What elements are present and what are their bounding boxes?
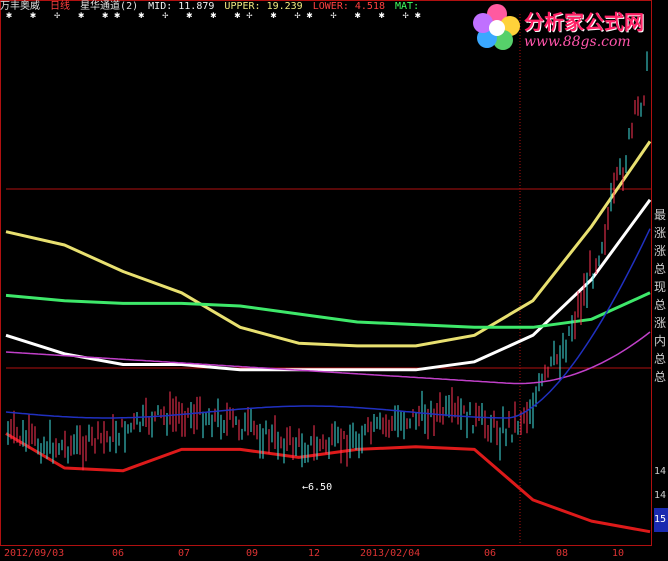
signal-markers: ✱ ✱ ✢ ✱ ✱✱ ✱ ✢ ✱ ✱ ✱✢ ✱ ✢✱ ✢ ✱ ✱ ✢✱ [6,10,427,21]
panel-char: 涨 [653,244,666,258]
chart-window: 万丰奥威 日线 星华通道(2) MID: 11.879 UPPER: 19.23… [0,0,668,561]
x-tick-label: 12 [308,548,321,559]
x-tick-label: 09 [246,548,259,559]
panel-char: 内 [653,334,666,348]
x-tick-label: 2013/02/04 [360,548,421,559]
price-tags: 14 14 15 [654,460,668,532]
panel-char: 总 [653,352,666,366]
x-tick-label: 06 [112,548,125,559]
x-tick-label: 10 [612,548,625,559]
panel-char: 现 [653,280,666,294]
kline-chart [0,0,652,546]
price-tag: 14 [654,466,667,477]
right-info-panel: 最 涨 涨 总 现 总 涨 内 总 总 [652,206,668,386]
x-tick-label: 08 [556,548,569,559]
x-tick-label: 06 [484,548,497,559]
panel-char: 总 [653,370,666,384]
panel-char: 涨 [653,316,666,330]
current-price-tag: 15 [654,508,668,532]
series-mat [5,291,651,329]
panel-char: 总 [653,298,666,312]
x-tick-label: 2012/09/03 [4,548,65,559]
logo-title: 分析家公式网 [524,10,644,34]
x-tick-label: 07 [178,548,191,559]
panel-char: 总 [653,262,666,276]
ma-magenta [5,331,651,385]
low-price-annotation: ←6.50 [302,482,333,493]
panel-char: 最 [653,208,666,222]
site-logo: 分析家公式网 www.88gs.com [470,0,668,56]
logo-url: www.88gs.com [524,34,631,50]
price-tag: 14 [654,490,667,501]
flower-icon [473,4,520,50]
x-axis: 2012/09/03 06 07 09 12 2013/02/04 06 08 10 [0,546,668,561]
panel-char: 涨 [653,226,666,240]
